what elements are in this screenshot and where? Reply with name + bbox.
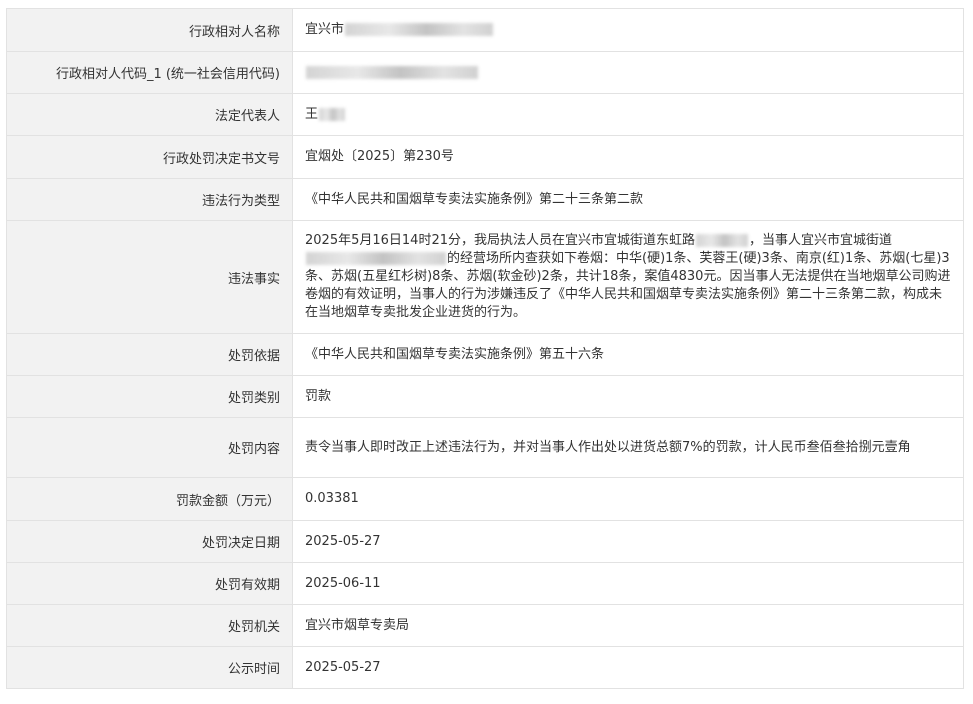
penalty-content-value: 责令当事人即时改正上述违法行为，并对当事人作出处以进货总额7%的罚款，计人民币叁… <box>292 417 964 478</box>
table-row: 处罚机关 宜兴市烟草专卖局 <box>6 604 964 647</box>
penalty-category-value: 罚款 <box>292 375 964 418</box>
table-row: 罚款金额（万元） 0.03381 <box>6 477 964 521</box>
violation-facts-part2: ，当事人宜兴市宜城街道 <box>748 233 892 248</box>
penalty-content-label: 处罚内容 <box>6 417 293 478</box>
party-code-value <box>292 51 964 94</box>
redacted-text <box>319 107 346 121</box>
decision-date-value: 2025-05-27 <box>292 520 964 563</box>
party-name-prefix: 宜兴市 <box>305 22 345 37</box>
fine-amount-value: 0.03381 <box>292 477 964 521</box>
table-row: 行政相对人代码_1 (统一社会信用代码) <box>6 51 964 94</box>
legal-rep-value: 王 <box>292 93 964 136</box>
table-row: 法定代表人 王 <box>6 93 964 136</box>
table-row: 公示时间 2025-05-27 <box>6 646 964 689</box>
table-row: 处罚类别 罚款 <box>6 375 964 418</box>
penalty-info-table: 行政相对人名称 宜兴市 行政相对人代码_1 (统一社会信用代码) 法定代表人 王… <box>6 8 964 689</box>
penalty-info-panel: 行政相对人名称 宜兴市 行政相对人代码_1 (统一社会信用代码) 法定代表人 王… <box>6 8 964 689</box>
legal-rep-prefix: 王 <box>305 106 319 122</box>
decision-number-label: 行政处罚决定书文号 <box>6 135 293 179</box>
validity-date-value: 2025-06-11 <box>292 562 964 605</box>
penalty-category-label: 处罚类别 <box>6 375 293 418</box>
validity-date-label: 处罚有效期 <box>6 562 293 605</box>
table-row: 违法行为类型 《中华人民共和国烟草专卖法实施条例》第二十三条第二款 <box>6 178 964 221</box>
penalty-authority-value: 宜兴市烟草专卖局 <box>292 604 964 647</box>
table-row: 处罚内容 责令当事人即时改正上述违法行为，并对当事人作出处以进货总额7%的罚款，… <box>6 417 964 478</box>
party-name-value: 宜兴市 <box>292 8 964 52</box>
table-row: 行政相对人名称 宜兴市 <box>6 8 964 52</box>
violation-facts-part1: 2025年5月16日14时21分，我局执法人员在宜兴市宜城街道东虹路 <box>305 233 695 248</box>
party-code-label: 行政相对人代码_1 (统一社会信用代码) <box>6 51 293 94</box>
penalty-basis-value: 《中华人民共和国烟草专卖法实施条例》第五十六条 <box>292 333 964 376</box>
table-row: 处罚决定日期 2025-05-27 <box>6 520 964 563</box>
publish-date-value: 2025-05-27 <box>292 646 964 689</box>
table-row: 处罚有效期 2025-06-11 <box>6 562 964 605</box>
violation-facts-label: 违法事实 <box>6 220 293 334</box>
violation-facts-value: 2025年5月16日14时21分，我局执法人员在宜兴市宜城街道东虹路 ，当事人宜兴… <box>292 220 964 334</box>
table-row: 违法事实 2025年5月16日14时21分，我局执法人员在宜兴市宜城街道东虹路 ，… <box>6 220 964 334</box>
redacted-text <box>306 252 446 265</box>
violation-type-value: 《中华人民共和国烟草专卖法实施条例》第二十三条第二款 <box>292 178 964 221</box>
decision-number-value: 宜烟处〔2025〕第230号 <box>292 135 964 179</box>
table-row: 处罚依据 《中华人民共和国烟草专卖法实施条例》第五十六条 <box>6 333 964 376</box>
party-name-label: 行政相对人名称 <box>6 8 293 52</box>
publish-date-label: 公示时间 <box>6 646 293 689</box>
redacted-text <box>345 23 494 36</box>
violation-type-label: 违法行为类型 <box>6 178 293 221</box>
legal-rep-label: 法定代表人 <box>6 93 293 136</box>
penalty-basis-label: 处罚依据 <box>6 333 293 376</box>
redacted-text <box>306 65 478 79</box>
redacted-text <box>695 234 748 247</box>
decision-date-label: 处罚决定日期 <box>6 520 293 563</box>
fine-amount-label: 罚款金额（万元） <box>6 477 293 521</box>
penalty-authority-label: 处罚机关 <box>6 604 293 647</box>
table-row: 行政处罚决定书文号 宜烟处〔2025〕第230号 <box>6 135 964 179</box>
